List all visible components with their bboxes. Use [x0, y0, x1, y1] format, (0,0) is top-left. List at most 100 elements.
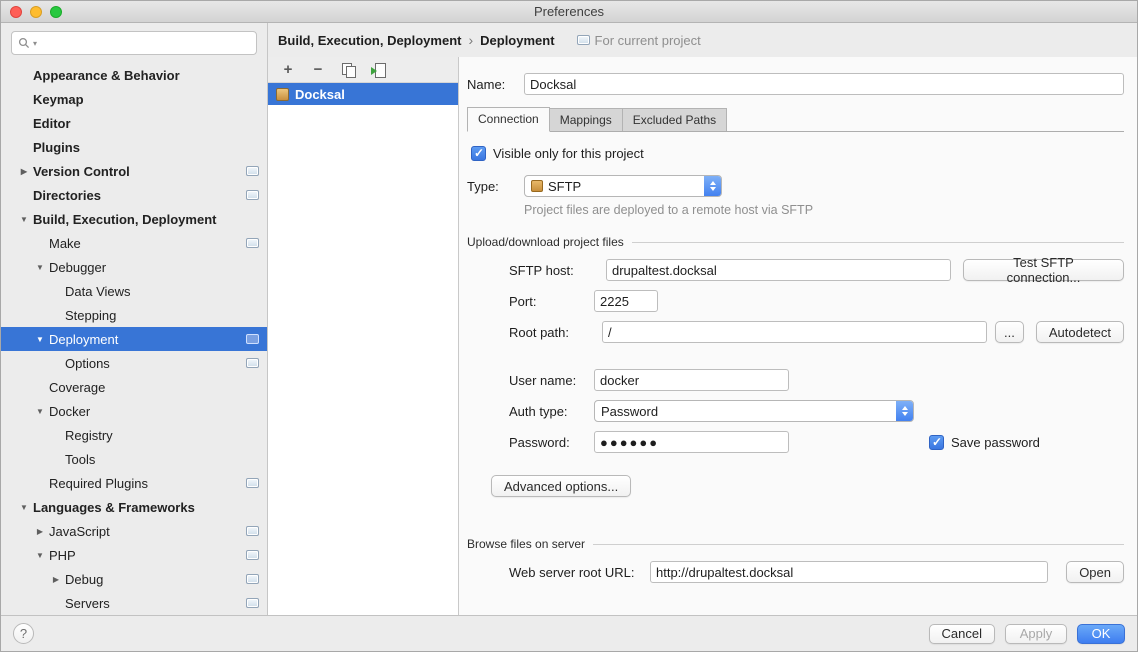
tab-mappings[interactable]: Mappings: [549, 108, 623, 131]
chevron-down-icon[interactable]: ▼: [15, 503, 33, 512]
sidebar-item-deployment[interactable]: ▼Deployment: [1, 327, 267, 351]
sidebar-item-label: Servers: [65, 596, 240, 611]
chevron-down-icon[interactable]: ▼: [31, 263, 49, 272]
current-project-icon: [246, 598, 259, 608]
type-select[interactable]: SFTP: [524, 175, 722, 197]
sftp-host-input[interactable]: [606, 259, 951, 281]
sidebar-item-label: Languages & Frameworks: [33, 500, 259, 515]
help-button[interactable]: ?: [13, 623, 34, 644]
sidebar-item-label: Keymap: [33, 92, 259, 107]
chevron-right-icon[interactable]: ▶: [15, 167, 33, 176]
copy-server-button[interactable]: [340, 62, 356, 78]
remove-server-button[interactable]: −: [310, 62, 326, 78]
current-project-icon: [246, 358, 259, 368]
minimize-button[interactable]: [30, 6, 42, 18]
sidebar-item-label: Stepping: [65, 308, 259, 323]
sidebar-item-required-plugins[interactable]: Required Plugins: [1, 471, 267, 495]
sidebar-item-php[interactable]: ▼PHP: [1, 543, 267, 567]
chevron-down-icon[interactable]: ▼: [31, 407, 49, 416]
sidebar-item-make[interactable]: Make: [1, 231, 267, 255]
auth-type-label: Auth type:: [509, 404, 594, 419]
advanced-options-button[interactable]: Advanced options...: [491, 475, 631, 497]
server-item-docksal[interactable]: Docksal: [268, 83, 458, 105]
current-project-context: For current project: [571, 33, 701, 48]
dropdown-stepper-icon[interactable]: [896, 401, 913, 421]
tab-connection[interactable]: Connection: [467, 107, 550, 132]
user-name-label: User name:: [509, 373, 594, 388]
sidebar-item-languages-frameworks[interactable]: ▼Languages & Frameworks: [1, 495, 267, 519]
add-server-button[interactable]: +: [280, 62, 296, 78]
sidebar-item-servers[interactable]: Servers: [1, 591, 267, 615]
chevron-right-icon[interactable]: ▶: [31, 527, 49, 536]
sidebar-item-tools[interactable]: Tools: [1, 447, 267, 471]
sidebar-item-javascript[interactable]: ▶JavaScript: [1, 519, 267, 543]
search-options-arrow-icon[interactable]: ▾: [33, 39, 37, 48]
deployment-server-icon: [276, 88, 289, 101]
sidebar-item-build-execution-deployment[interactable]: ▼Build, Execution, Deployment: [1, 207, 267, 231]
server-list-panel: + − Docksal: [268, 57, 459, 615]
sidebar-item-label: Data Views: [65, 284, 259, 299]
sidebar-item-appearance-behavior[interactable]: Appearance & Behavior: [1, 63, 267, 87]
window-title: Preferences: [534, 4, 604, 19]
chevron-down-icon[interactable]: ▼: [31, 551, 49, 560]
sidebar-item-debug[interactable]: ▶Debug: [1, 567, 267, 591]
checkbox-checked-icon[interactable]: [471, 146, 486, 161]
server-item-label: Docksal: [295, 87, 345, 102]
name-input[interactable]: [524, 73, 1124, 95]
chevron-right-icon[interactable]: ▶: [47, 575, 65, 584]
search-input[interactable]: [40, 36, 250, 50]
dropdown-stepper-icon[interactable]: [704, 176, 721, 196]
sidebar-item-label: Registry: [65, 428, 259, 443]
test-sftp-connection-button[interactable]: Test SFTP connection...: [963, 259, 1124, 281]
sidebar-item-editor[interactable]: Editor: [1, 111, 267, 135]
open-url-button[interactable]: Open: [1066, 561, 1124, 583]
checkbox-checked-icon[interactable]: [929, 435, 944, 450]
sftp-host-label: SFTP host:: [509, 263, 594, 278]
apply-button[interactable]: Apply: [1005, 624, 1067, 644]
browse-root-path-button[interactable]: ...: [995, 321, 1024, 343]
sidebar-item-stepping[interactable]: Stepping: [1, 303, 267, 327]
browse-section-header: Browse files on server: [467, 537, 1124, 551]
section-divider: [593, 544, 1124, 545]
user-name-input[interactable]: [594, 369, 789, 391]
current-project-icon: [577, 35, 590, 45]
import-server-button[interactable]: [370, 62, 386, 78]
sidebar-item-docker[interactable]: ▼Docker: [1, 399, 267, 423]
upload-section-title: Upload/download project files: [467, 235, 624, 249]
sidebar-item-options[interactable]: Options: [1, 351, 267, 375]
auth-type-value: Password: [601, 404, 891, 419]
sidebar-item-data-views[interactable]: Data Views: [1, 279, 267, 303]
ok-button[interactable]: OK: [1077, 624, 1125, 644]
auth-type-select[interactable]: Password: [594, 400, 914, 422]
close-button[interactable]: [10, 6, 22, 18]
sidebar-item-version-control[interactable]: ▶Version Control: [1, 159, 267, 183]
sftp-icon: [531, 180, 543, 192]
sidebar-item-debugger[interactable]: ▼Debugger: [1, 255, 267, 279]
chevron-down-icon[interactable]: ▼: [15, 215, 33, 224]
web-root-input[interactable]: [650, 561, 1048, 583]
sidebar-tree: Appearance & Behavior Keymap EditorPlugins…: [1, 59, 267, 615]
save-password-checkbox[interactable]: Save password: [929, 435, 1040, 450]
autodetect-button[interactable]: Autodetect: [1036, 321, 1124, 343]
visible-only-checkbox[interactable]: Visible only for this project: [471, 146, 1124, 161]
search-field[interactable]: ▾: [11, 31, 257, 55]
root-path-input[interactable]: [602, 321, 987, 343]
current-project-icon: [246, 238, 259, 248]
sidebar-item-coverage[interactable]: Coverage: [1, 375, 267, 399]
deployment-form: Name: ConnectionMappingsExcluded Paths V…: [459, 57, 1137, 615]
current-project-icon: [246, 478, 259, 488]
cancel-button[interactable]: Cancel: [929, 624, 995, 644]
sidebar-item-keymap[interactable]: Keymap: [1, 87, 267, 111]
root-path-label: Root path:: [509, 325, 594, 340]
sidebar-item-plugins[interactable]: Plugins: [1, 135, 267, 159]
browse-section-title: Browse files on server: [467, 537, 585, 551]
zoom-button[interactable]: [50, 6, 62, 18]
password-input[interactable]: [594, 431, 789, 453]
sidebar-item-directories[interactable]: Directories: [1, 183, 267, 207]
port-input[interactable]: [594, 290, 658, 312]
tab-excluded-paths[interactable]: Excluded Paths: [622, 108, 727, 131]
sidebar-item-registry[interactable]: Registry: [1, 423, 267, 447]
chevron-down-icon[interactable]: ▼: [31, 335, 49, 344]
breadcrumb: Build, Execution, Deployment › Deploymen…: [268, 23, 1137, 57]
sidebar-item-label: Directories: [33, 188, 240, 203]
